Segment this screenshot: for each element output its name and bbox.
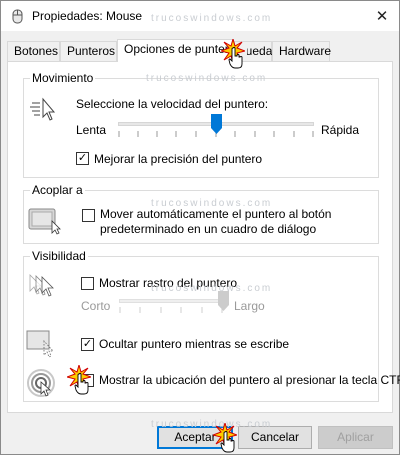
tab-label: Punteros [67,44,116,58]
precision-label: Mejorar la precisión del puntero [94,152,263,166]
speed-label: Seleccione la velocidad del puntero: [76,97,269,111]
tab-label: Rueda [247,44,273,58]
hand-cursor-icon [220,431,235,453]
trail-slider-track [119,299,223,303]
cancel-button[interactable]: Cancelar [238,426,312,449]
movement-group: Movimiento Seleccione la velocidad del p… [23,71,379,178]
mouse-properties-window: Propiedades: Mouse ✕ trucoswindows.com t… [0,0,400,455]
short-label: Corto [81,299,111,313]
pointer-location-label: Mostrar la ubicación del puntero al pres… [99,373,400,387]
hand-cursor-icon [228,47,243,69]
pointer-trails-checkbox[interactable] [81,277,94,290]
tab-punteros[interactable]: Punteros [60,41,117,61]
long-label: Largo [234,299,265,313]
mouse-icon [12,9,23,24]
trail-slider-thumb[interactable] [217,291,229,311]
snap-to-group-title: Acoplar a [30,183,85,197]
movement-group-title: Movimiento [30,71,96,85]
pointer-location-icon [27,369,55,397]
pointer-speed-icon [30,97,56,121]
accept-button-label: Aceptar [174,430,216,444]
hide-pointer-label: Ocultar puntero mientras se escribe [99,337,290,351]
check-mark-icon: ✓ [82,338,93,350]
hide-pointer-checkbox[interactable]: ✓ [81,338,94,351]
tab-hardware[interactable]: Hardware [272,41,332,61]
pointer-trails-label: Mostrar rastro del puntero [99,276,238,290]
close-button[interactable]: ✕ [371,5,393,27]
snap-to-label-line1: Mover automáticamente el puntero al botó… [100,207,332,221]
tab-label: Hardware [279,44,332,58]
title-bar: Propiedades: Mouse ✕ [1,1,399,31]
visibility-group-title: Visibilidad [30,249,88,263]
hide-pointer-icon [26,330,54,358]
fast-label: Rápida [321,123,360,137]
speed-slider-thumb[interactable] [210,114,222,134]
apply-button[interactable]: Aplicar [318,426,393,449]
pointer-trails-icon [29,274,54,297]
snap-to-group: Acoplar a Mover automáticamente el punte… [23,183,379,244]
slow-label: Lenta [76,123,107,137]
check-mark-icon: ✓ [77,152,88,164]
hand-cursor-icon [74,373,89,395]
tab-opciones-de-puntero[interactable]: Opciones de puntero [117,39,236,62]
cancel-button-label: Cancelar [250,430,300,444]
tab-panel-opciones-de-puntero: Movimiento Seleccione la velocidad del p… [7,61,400,413]
tab-label: Opciones de puntero [124,42,236,56]
snap-to-checkbox[interactable] [82,209,95,222]
precision-checkbox[interactable]: ✓ [76,152,89,165]
tab-label: Botones [14,44,59,58]
apply-button-label: Aplicar [337,430,374,444]
close-icon: ✕ [375,8,389,25]
trail-slider-ticks [119,307,223,313]
window-title: Propiedades: Mouse [32,9,143,23]
tab-botones[interactable]: Botones [7,41,60,61]
default-button-icon [28,208,61,235]
snap-to-label-line2: predeterminado en un cuadro de diálogo [100,222,317,236]
